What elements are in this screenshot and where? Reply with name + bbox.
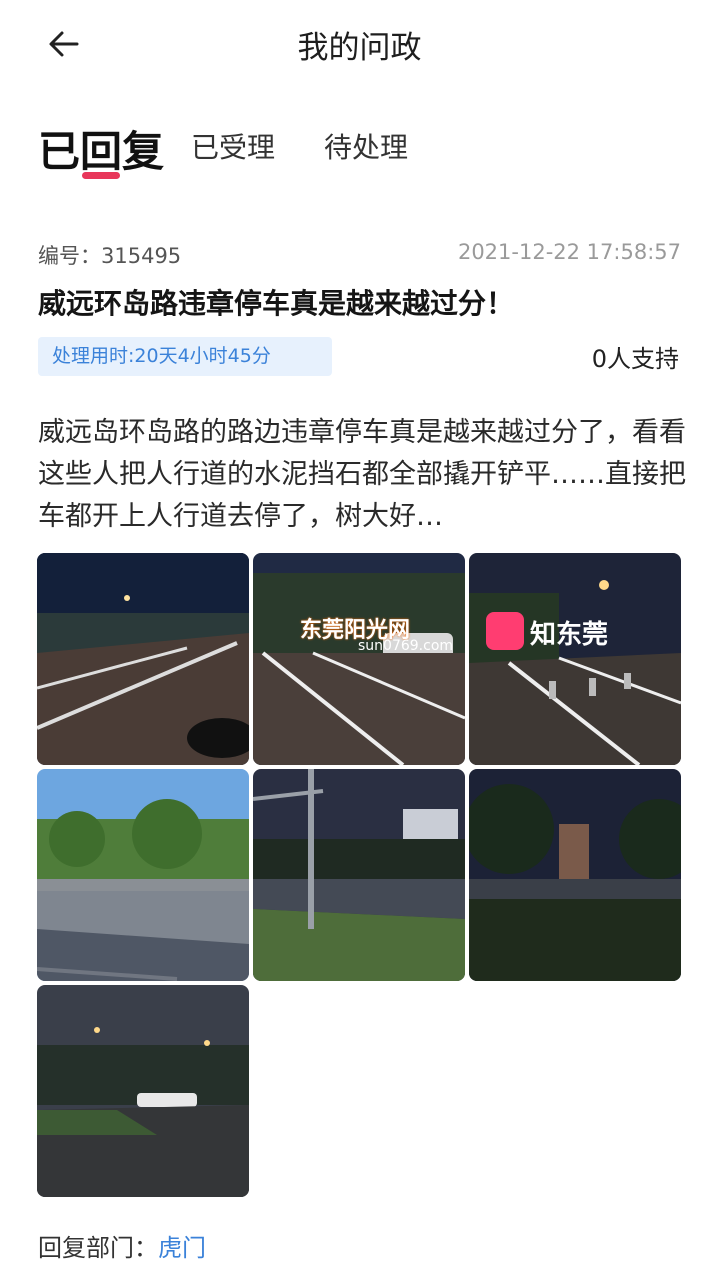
header: 我的问政 <box>0 0 719 86</box>
photo-thumbnail[interactable] <box>253 769 465 981</box>
photo-thumbnail[interactable] <box>37 769 249 981</box>
tab-bar: 已回复 已受理 待处理 <box>38 114 678 194</box>
post-title[interactable]: 威远环岛路违章停车真是越来越过分！ <box>38 282 683 322</box>
eye-logo-icon <box>486 612 524 650</box>
tab-pending[interactable]: 待处理 <box>324 126 408 166</box>
post-meta: 编号：315495 2021-12-22 17:58:57 <box>38 240 681 270</box>
reply-department: 回复部门：虎门 <box>38 1228 206 1263</box>
active-tab-indicator <box>82 172 120 179</box>
photo-thumbnail[interactable] <box>37 985 249 1197</box>
photo-thumbnail[interactable] <box>469 769 681 981</box>
processing-duration-badge: 处理用时:20天4小时45分 <box>38 337 332 376</box>
page-title: 我的问政 <box>297 30 422 66</box>
watermark-brand-2: 知东莞 <box>530 620 609 650</box>
tab-accepted[interactable]: 已受理 <box>191 126 275 166</box>
support-count[interactable]: 0人支持 <box>592 339 679 374</box>
post-id-label: 编号： <box>38 244 101 268</box>
reply-department-label: 回复部门： <box>38 1234 158 1262</box>
reply-department-link[interactable]: 虎门 <box>158 1234 206 1262</box>
photo-thumbnail[interactable] <box>37 553 249 765</box>
watermark: 东莞阳光网 sun0769.com 知东莞 <box>300 612 680 656</box>
watermark-domain: sun0769.com <box>358 638 454 654</box>
post-content[interactable]: 威远岛环岛路的路边违章停车真是越来越过分了，看看这些人把人行道的水泥挡石都全部撬… <box>38 412 686 538</box>
post-datetime: 2021-12-22 17:58:57 <box>457 240 681 264</box>
photo-thumbnail[interactable] <box>469 553 681 765</box>
photo-thumbnail[interactable] <box>253 553 465 765</box>
post-id-value: 315495 <box>101 244 182 268</box>
tab-replied[interactable]: 已回复 <box>38 118 164 179</box>
post-id: 编号：315495 <box>38 240 181 270</box>
